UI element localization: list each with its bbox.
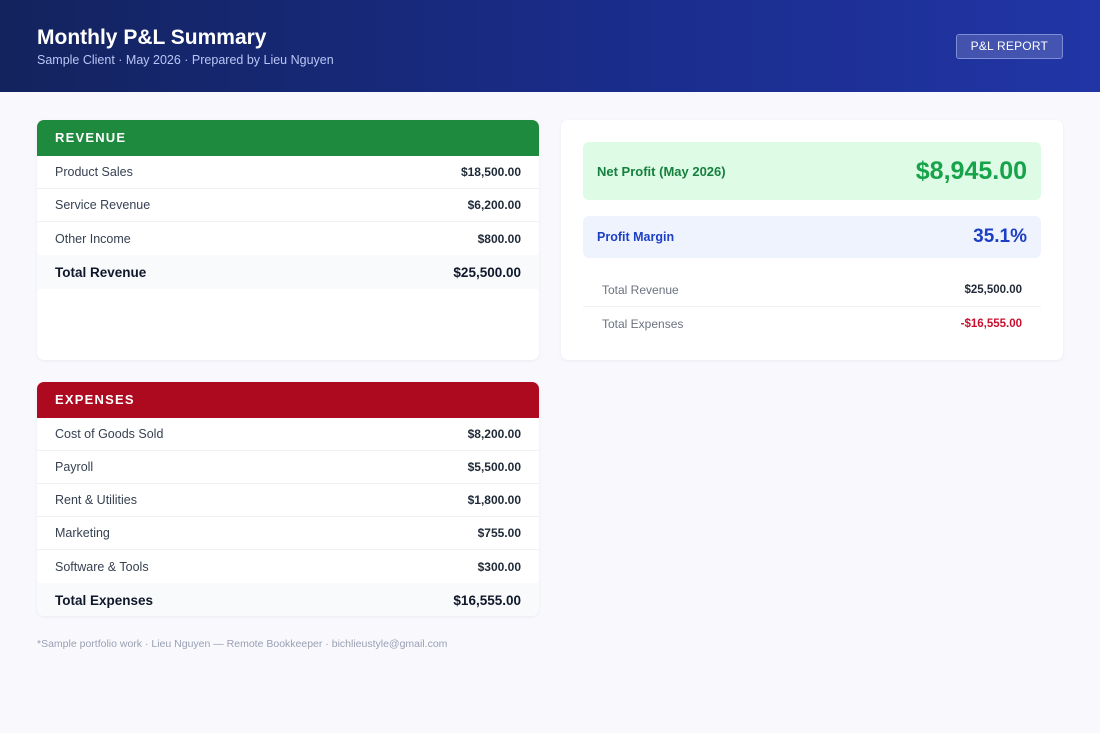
revenue-card: REVENUE Product Sales $18,500.00 Service… bbox=[37, 120, 539, 360]
expense-row: Rent & Utilities $1,800.00 bbox=[37, 484, 539, 517]
expense-row: Marketing $755.00 bbox=[37, 517, 539, 550]
summary-row: Total Revenue $25,500.00 bbox=[583, 274, 1041, 307]
revenue-row: Other Income $800.00 bbox=[37, 222, 539, 255]
page-title: Monthly P&L Summary bbox=[37, 26, 267, 49]
expenses-heading: EXPENSES bbox=[37, 382, 539, 418]
expense-row: Payroll $5,500.00 bbox=[37, 451, 539, 484]
expense-row-label: Marketing bbox=[55, 526, 110, 540]
page-subtitle: Sample Client · May 2026 · Prepared by L… bbox=[37, 53, 334, 67]
expense-row-amount: $755.00 bbox=[477, 526, 521, 540]
expense-row-amount: $8,200.00 bbox=[467, 427, 521, 441]
revenue-row: Product Sales $18,500.00 bbox=[37, 156, 539, 189]
expense-row-label: Payroll bbox=[55, 460, 94, 474]
footer-note: *Sample portfolio work · Lieu Nguyen — R… bbox=[37, 638, 448, 650]
expense-row-label: Cost of Goods Sold bbox=[55, 427, 164, 441]
revenue-row: Service Revenue $6,200.00 bbox=[37, 189, 539, 222]
expense-row-amount: $5,500.00 bbox=[467, 460, 521, 474]
revenue-row-label: Product Sales bbox=[55, 165, 133, 179]
revenue-total-row: Total Revenue $25,500.00 bbox=[37, 255, 539, 289]
summary-row-amount: -$16,555.00 bbox=[960, 317, 1022, 330]
expenses-total-amount: $16,555.00 bbox=[453, 592, 521, 608]
summary-card: Net Profit (May 2026) $8,945.00 Profit M… bbox=[561, 120, 1063, 360]
summary-row: Total Expenses -$16,555.00 bbox=[583, 307, 1041, 340]
profit-margin-box: Profit Margin 35.1% bbox=[583, 216, 1041, 258]
net-profit-value: $8,945.00 bbox=[915, 156, 1027, 185]
revenue-row-label: Other Income bbox=[55, 231, 131, 246]
revenue-total-label: Total Revenue bbox=[55, 264, 147, 280]
expense-row: Cost of Goods Sold $8,200.00 bbox=[37, 418, 539, 451]
expense-row-label: Rent & Utilities bbox=[55, 493, 137, 507]
summary-list: Total Revenue $25,500.00 Total Expenses … bbox=[583, 274, 1041, 340]
expenses-total-label: Total Expenses bbox=[55, 592, 154, 608]
revenue-row-amount: $800.00 bbox=[477, 231, 521, 246]
revenue-row-amount: $18,500.00 bbox=[460, 165, 521, 179]
summary-row-amount: $25,500.00 bbox=[964, 284, 1022, 296]
profit-margin-label: Profit Margin bbox=[597, 230, 675, 244]
revenue-row-amount: $6,200.00 bbox=[467, 198, 521, 212]
net-profit-label: Net Profit (May 2026) bbox=[597, 163, 726, 179]
report-type-badge: P&L REPORT bbox=[955, 34, 1063, 59]
revenue-total-amount: $25,500.00 bbox=[453, 264, 521, 280]
summary-row-label: Total Revenue bbox=[602, 283, 679, 297]
profit-margin-value: 35.1% bbox=[973, 226, 1027, 247]
expenses-card: EXPENSES Cost of Goods Sold $8,200.00 Pa… bbox=[37, 382, 539, 616]
expense-row-amount: $300.00 bbox=[477, 559, 521, 574]
summary-row-label: Total Expenses bbox=[602, 316, 684, 331]
expense-row-label: Software & Tools bbox=[55, 559, 149, 574]
revenue-row-label: Service Revenue bbox=[55, 198, 151, 212]
report-header: Monthly P&L Summary Sample Client · May … bbox=[0, 0, 1100, 92]
net-profit-box: Net Profit (May 2026) $8,945.00 bbox=[583, 142, 1041, 200]
expenses-total-row: Total Expenses $16,555.00 bbox=[37, 583, 539, 616]
expense-row: Software & Tools $300.00 bbox=[37, 550, 539, 583]
revenue-heading: REVENUE bbox=[37, 120, 539, 156]
expense-row-amount: $1,800.00 bbox=[467, 493, 521, 507]
